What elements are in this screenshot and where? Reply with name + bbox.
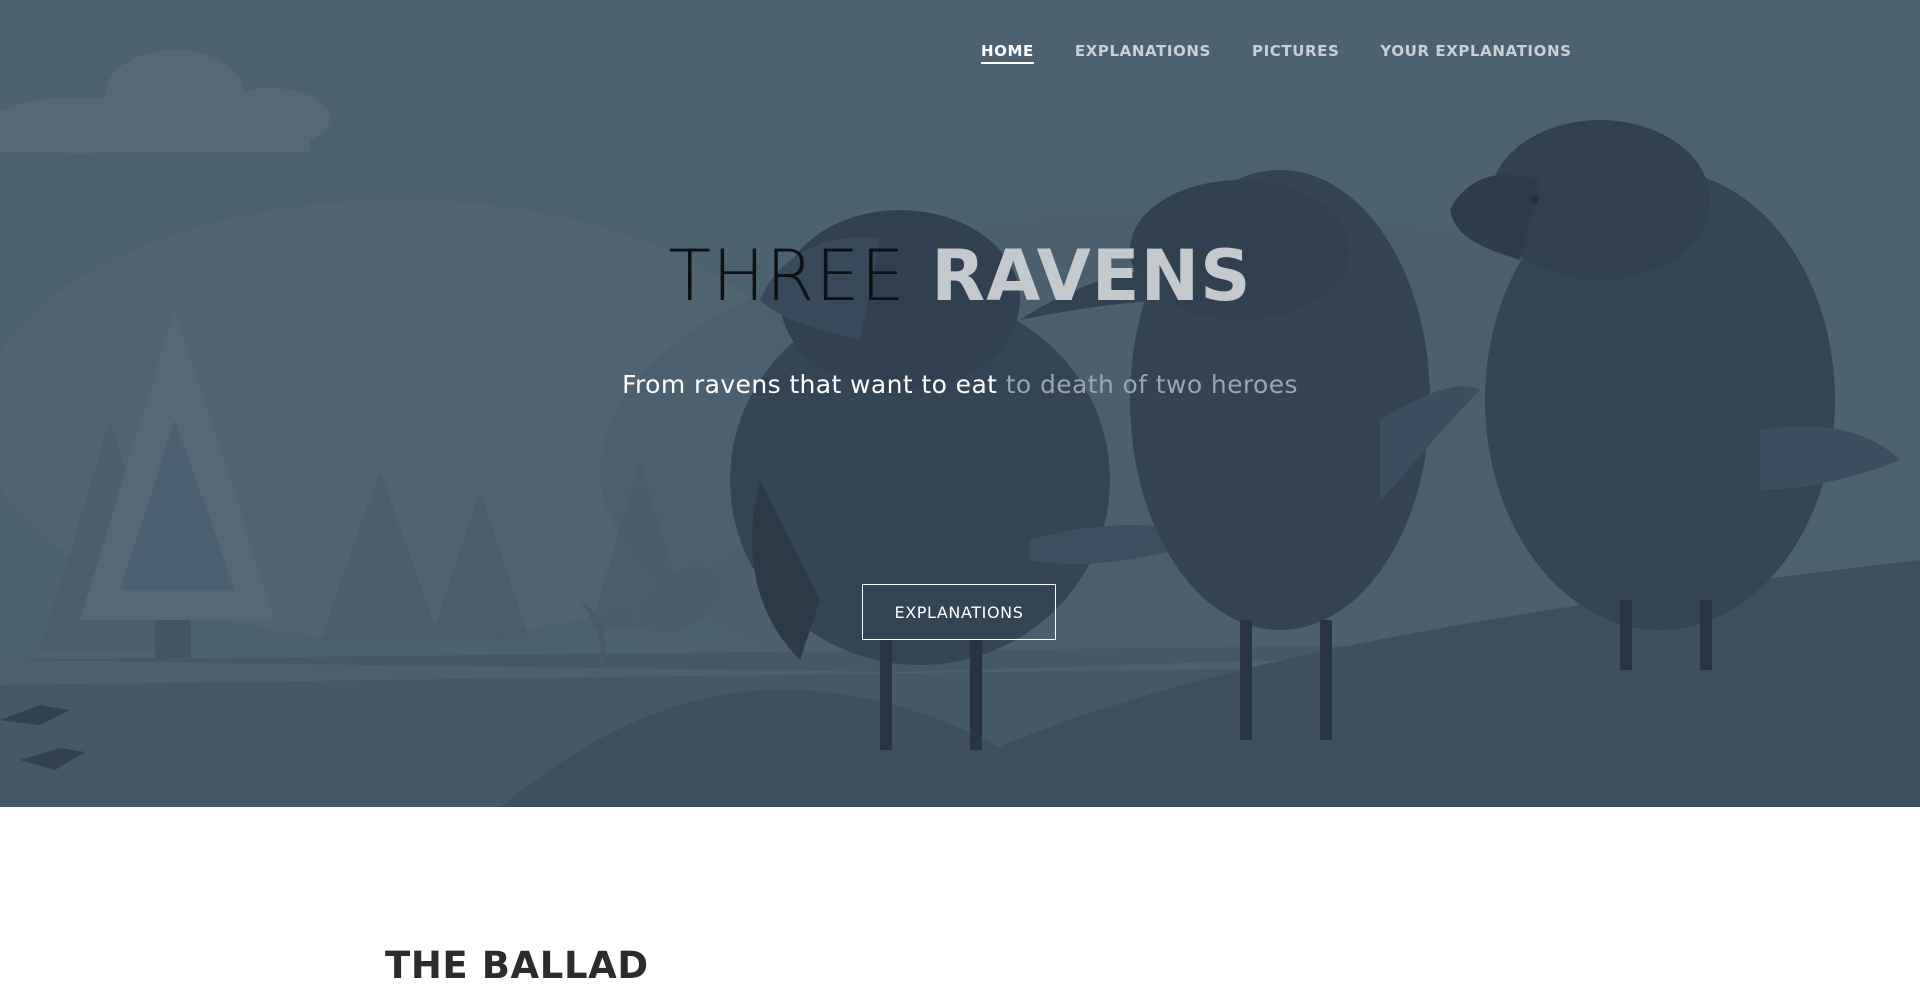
nav-your-explanations-link[interactable]: YOUR EXPLANATIONS	[1380, 42, 1571, 64]
hero-subtitle-highlight: From ravens that want to eat	[622, 370, 998, 399]
section-title: THE BALLAD	[385, 944, 649, 987]
nav-pictures-link[interactable]: PICTURES	[1252, 42, 1339, 64]
ravens-illustration	[0, 0, 1920, 807]
hero-banner: HOME EXPLANATIONS PICTURES YOUR EXPLANAT…	[0, 0, 1920, 807]
hero-title-light: THREE	[668, 235, 906, 317]
hero-title-bold: RAVENS	[931, 235, 1252, 317]
nav-home-link[interactable]: HOME	[981, 42, 1034, 64]
nav-explanations-link[interactable]: EXPLANATIONS	[1075, 42, 1211, 64]
hero-subtitle-muted: to death of two heroes	[1005, 370, 1298, 399]
hero-title: THREE RAVENS	[0, 236, 1920, 316]
hero-subtitle: From ravens that want to eat to death of…	[0, 370, 1920, 399]
main-nav: HOME EXPLANATIONS PICTURES YOUR EXPLANAT…	[981, 42, 1572, 64]
explanations-button[interactable]: EXPLANATIONS	[862, 584, 1056, 640]
